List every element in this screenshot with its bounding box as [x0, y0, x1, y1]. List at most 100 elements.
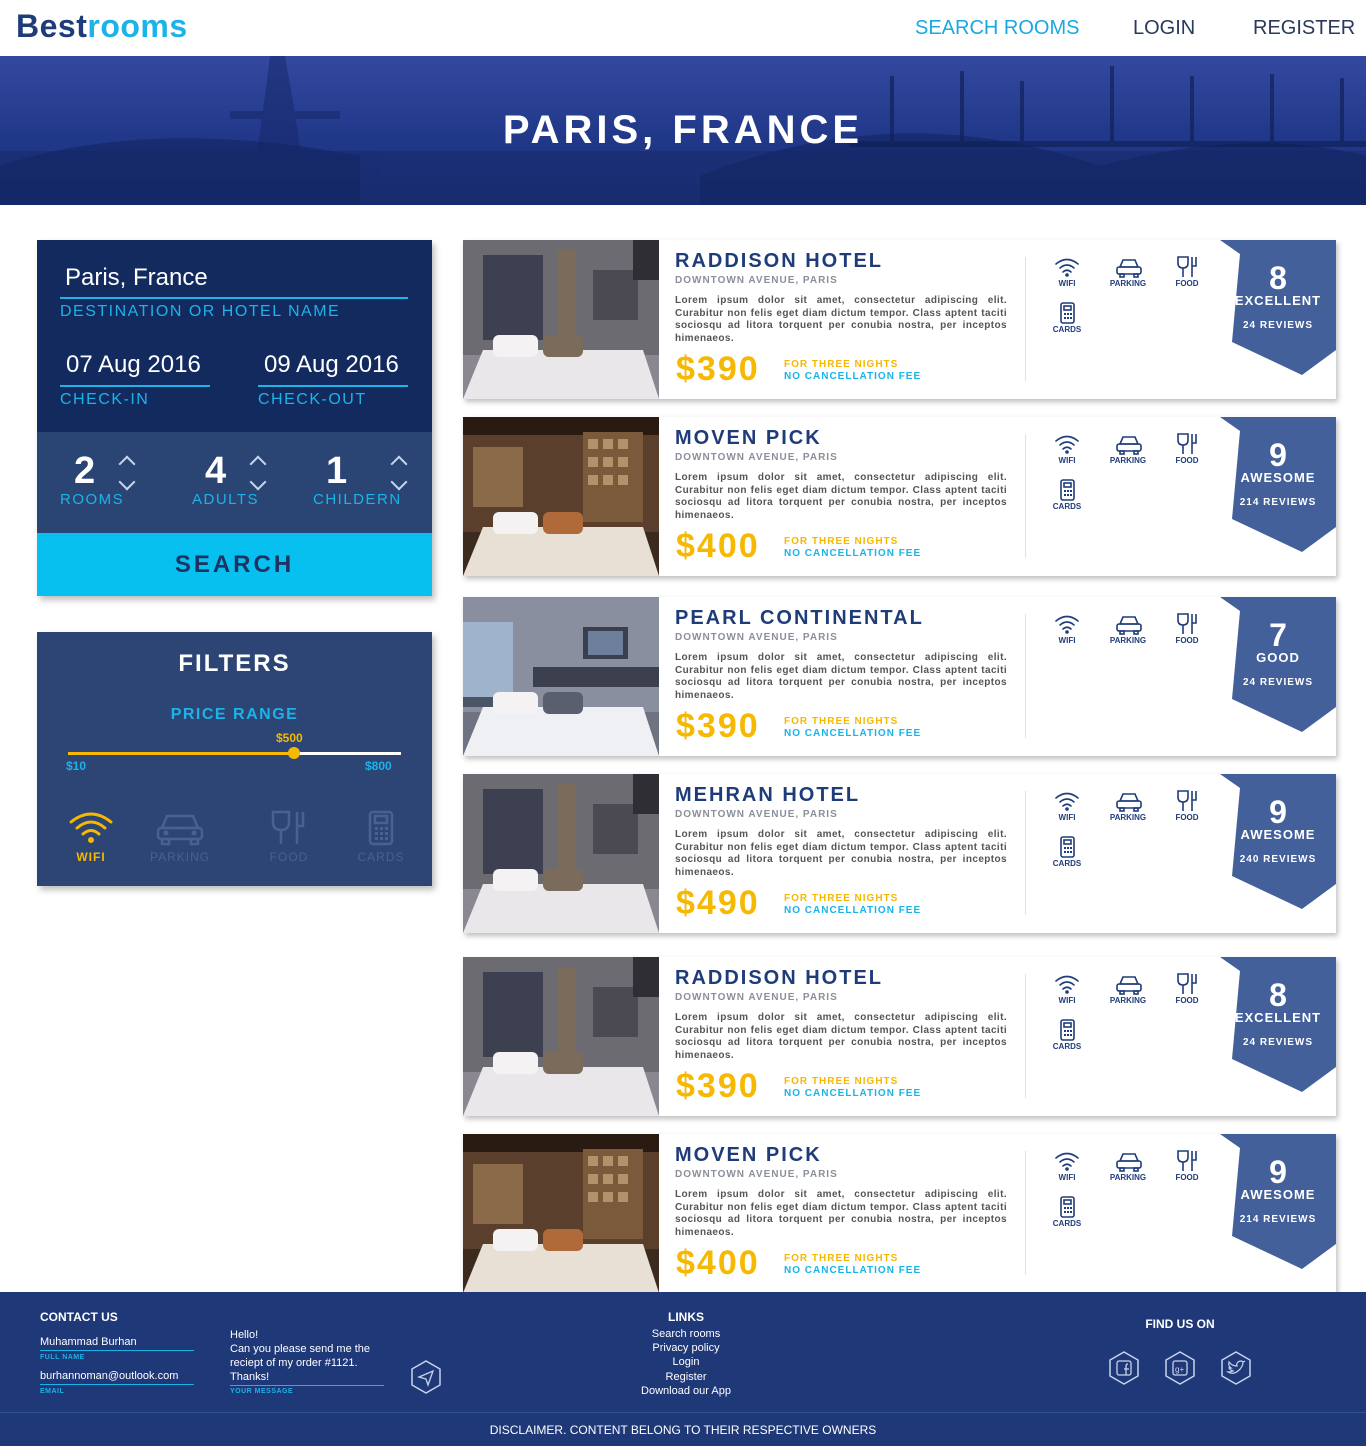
- contact-title: CONTACT US: [40, 1310, 118, 1324]
- price-slider-handle[interactable]: [288, 747, 300, 759]
- rating-word: AWESOME: [1240, 470, 1316, 485]
- wifi-icon: [1055, 435, 1079, 454]
- message-line: Can you please send me the: [230, 1343, 371, 1355]
- food-icon: [271, 810, 305, 844]
- filter-parking-label: PARKING: [150, 850, 211, 864]
- rating-badge: 8 EXCELLENT 24 REVIEWS: [1220, 240, 1336, 380]
- hotel-description: Lorem ipsum dolor sit amet, consectetur …: [675, 472, 1007, 521]
- search-button[interactable]: SEARCH: [37, 533, 432, 596]
- review-count[interactable]: 214 REVIEWS: [1220, 1214, 1336, 1225]
- amenity-parking: PARKING: [1106, 790, 1150, 822]
- price-slider[interactable]: [68, 747, 401, 759]
- price-range-label: PRICE RANGE: [170, 706, 299, 723]
- hotel-card[interactable]: MEHRAN HOTEL DOWNTOWN AVENUE, PARIS Lorem …: [463, 774, 1336, 933]
- facebook-icon[interactable]: [1107, 1350, 1141, 1386]
- hotel-photo[interactable]: [463, 417, 659, 576]
- email-input[interactable]: burhannoman@outlook.com: [40, 1370, 178, 1382]
- hotel-card[interactable]: PEARL CONTINENTAL DOWNTOWN AVENUE, PARIS L…: [463, 597, 1336, 756]
- hotel-description: Lorem ipsum dolor sit amet, consectetur …: [675, 295, 1007, 344]
- hotel-card[interactable]: MOVEN PICK DOWNTOWN AVENUE, PARIS Lorem ip…: [463, 1134, 1336, 1293]
- filter-food[interactable]: FOOD: [259, 810, 319, 864]
- hotel-photo[interactable]: [463, 957, 659, 1116]
- amenity-label: FOOD: [1175, 1173, 1199, 1182]
- filter-wifi-label: WIFI: [76, 850, 106, 864]
- adults-decrement-icon[interactable]: [249, 473, 267, 491]
- footer-link-register[interactable]: Register: [586, 1370, 786, 1384]
- review-count[interactable]: 24 REVIEWS: [1220, 677, 1336, 688]
- hotel-name[interactable]: MOVEN PICK: [675, 427, 822, 450]
- name-underline: [40, 1350, 194, 1351]
- rooms-increment-icon[interactable]: [118, 455, 136, 473]
- brand-logo[interactable]: Bestrooms: [16, 8, 188, 45]
- hotel-name[interactable]: PEARL CONTINENTAL: [675, 607, 924, 630]
- amenity-cards: CARDS: [1045, 1019, 1089, 1051]
- twitter-icon[interactable]: [1219, 1350, 1253, 1386]
- car-icon: [1116, 793, 1142, 812]
- adults-increment-icon[interactable]: [249, 455, 267, 473]
- footer-link-privacy[interactable]: Privacy policy: [586, 1341, 786, 1355]
- rooms-count: 2: [74, 450, 96, 492]
- hotel-price: $390: [676, 1067, 760, 1105]
- review-count[interactable]: 24 REVIEWS: [1220, 320, 1336, 331]
- amenity-label: WIFI: [1058, 279, 1076, 288]
- amenity-label: CARDS: [1052, 325, 1082, 334]
- children-decrement-icon[interactable]: [390, 473, 408, 491]
- amenity-label: FOOD: [1175, 996, 1199, 1005]
- hotel-photo[interactable]: [463, 1134, 659, 1293]
- cancellation-note: NO CANCELLATION FEE: [784, 548, 922, 559]
- message-label: YOUR MESSAGE: [230, 1388, 294, 1395]
- card-divider: [1025, 614, 1026, 738]
- price-range-value: $500: [276, 731, 303, 745]
- nav-search-rooms[interactable]: SEARCH ROOMS: [915, 17, 1079, 40]
- review-count[interactable]: 240 REVIEWS: [1220, 854, 1336, 865]
- amenity-parking: PARKING: [1106, 433, 1150, 465]
- children-increment-icon[interactable]: [390, 455, 408, 473]
- checkout-input[interactable]: 09 Aug 2016: [264, 351, 399, 379]
- hotel-card[interactable]: RADDISON HOTEL DOWNTOWN AVENUE, PARIS Lore…: [463, 240, 1336, 399]
- footer-link-login[interactable]: Login: [586, 1355, 786, 1369]
- logo-part-best: Best: [16, 8, 88, 44]
- nav-login[interactable]: LOGIN: [1133, 17, 1195, 40]
- message-input[interactable]: Hello! Can you please send me the reciep…: [230, 1328, 370, 1384]
- google-plus-icon[interactable]: g+: [1163, 1350, 1197, 1386]
- rating-score: 9: [1269, 1154, 1287, 1190]
- nav-register[interactable]: REGISTER: [1253, 17, 1355, 40]
- review-count[interactable]: 214 REVIEWS: [1220, 497, 1336, 508]
- amenity-label: WIFI: [1058, 813, 1076, 822]
- filter-cards[interactable]: CARDS: [351, 810, 411, 864]
- hotel-name[interactable]: MEHRAN HOTEL: [675, 784, 860, 807]
- name-input[interactable]: Muhammad Burhan: [40, 1336, 137, 1348]
- amenity-parking: PARKING: [1106, 613, 1150, 645]
- rooms-decrement-icon[interactable]: [118, 473, 136, 491]
- hotel-address: DOWNTOWN AVENUE, PARIS: [675, 992, 838, 1003]
- hotel-card[interactable]: RADDISON HOTEL DOWNTOWN AVENUE, PARIS Lore…: [463, 957, 1336, 1116]
- top-nav: Bestrooms SEARCH ROOMS LOGIN REGISTER: [0, 0, 1366, 56]
- hotel-name[interactable]: MOVEN PICK: [675, 1144, 822, 1167]
- filter-parking[interactable]: PARKING: [150, 810, 210, 864]
- hotel-card[interactable]: MOVEN PICK DOWNTOWN AVENUE, PARIS Lorem ip…: [463, 417, 1336, 576]
- card-icon: [1060, 479, 1075, 501]
- amenity-label: WIFI: [1058, 636, 1076, 645]
- destination-input[interactable]: Paris, France: [65, 264, 208, 292]
- filter-wifi[interactable]: WIFI: [61, 810, 121, 864]
- amenity-label: PARKING: [1109, 996, 1147, 1005]
- amenity-wifi: WIFI: [1045, 433, 1089, 465]
- hotel-description: Lorem ipsum dolor sit amet, consectetur …: [675, 1189, 1007, 1238]
- send-icon[interactable]: [409, 1359, 443, 1395]
- footer-link-download[interactable]: Download our App: [586, 1384, 786, 1398]
- hotel-name[interactable]: RADDISON HOTEL: [675, 967, 883, 990]
- hotel-photo[interactable]: [463, 597, 659, 756]
- hotel-photo[interactable]: [463, 774, 659, 933]
- filters-title: FILTERS: [178, 650, 291, 677]
- checkin-input[interactable]: 07 Aug 2016: [66, 351, 201, 379]
- review-count[interactable]: 24 REVIEWS: [1220, 1037, 1336, 1048]
- hotel-name[interactable]: RADDISON HOTEL: [675, 250, 883, 273]
- car-icon: [1116, 436, 1142, 455]
- checkin-underline: [60, 385, 210, 387]
- hotel-photo[interactable]: [463, 240, 659, 399]
- price-nights-note: FOR THREE NIGHTS: [784, 1253, 899, 1264]
- hotel-price: $390: [676, 707, 760, 745]
- hero-banner: PARIS, FRANCE: [0, 56, 1366, 205]
- rating-score: 9: [1269, 794, 1287, 830]
- footer-link-search[interactable]: Search rooms: [586, 1327, 786, 1341]
